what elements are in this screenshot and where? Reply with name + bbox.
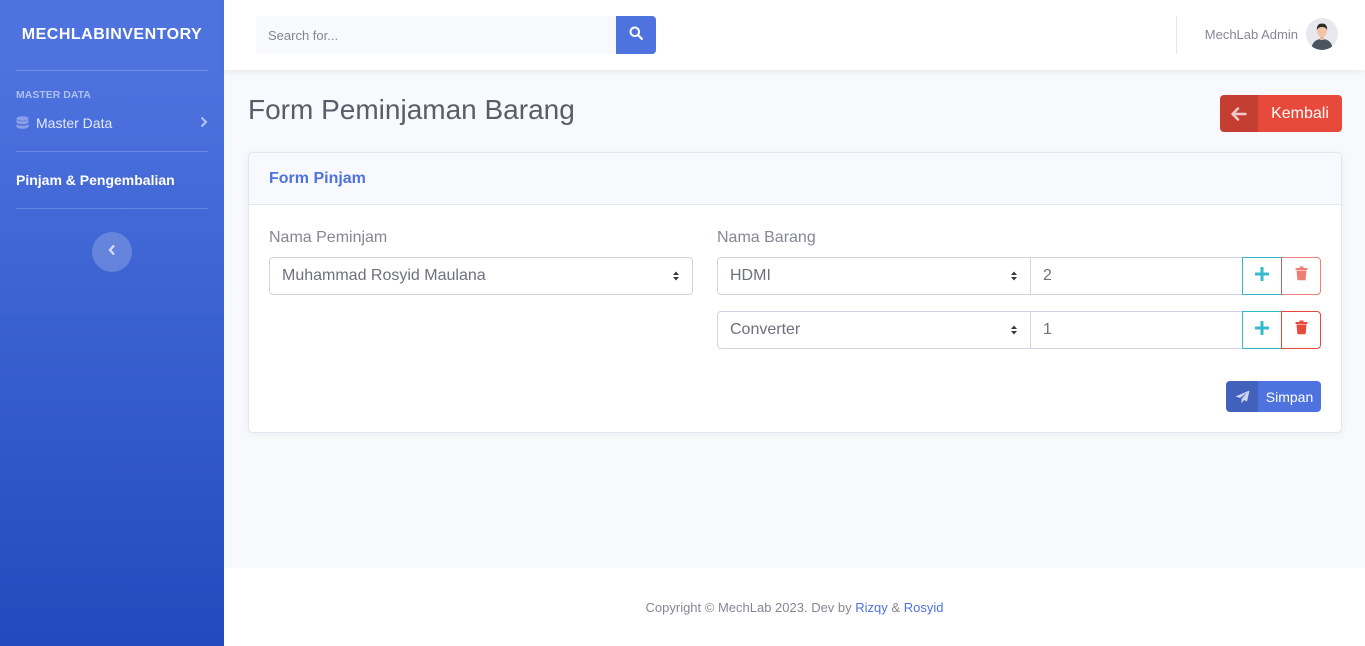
- user-name: MechLab Admin: [1204, 26, 1298, 42]
- sidebar: MECHLABINVENTORY MASTER DATA Master Data…: [0, 0, 224, 646]
- user-menu[interactable]: MechLab Admin: [1205, 18, 1338, 50]
- add-row-button[interactable]: [1242, 257, 1282, 295]
- sidebar-item-label: Pinjam & Pengembalian: [16, 172, 175, 188]
- avatar: [1306, 18, 1338, 50]
- arrow-left-icon: [1220, 95, 1258, 132]
- item-select[interactable]: Converter: [717, 311, 1031, 349]
- save-button-label: Simpan: [1265, 388, 1314, 405]
- footer-amp: &: [891, 599, 901, 615]
- item-label: Nama Barang: [717, 229, 816, 246]
- trash-icon: [1295, 266, 1308, 286]
- author-link-rosyid[interactable]: Rosyid: [904, 600, 944, 615]
- borrower-select-value: Muhammad Rosyid Maulana: [282, 267, 486, 284]
- sidebar-toggle-button[interactable]: [92, 232, 132, 272]
- delete-row-button[interactable]: [1281, 311, 1321, 349]
- sidebar-divider: [16, 208, 208, 209]
- plus-icon: [1254, 266, 1270, 286]
- sidebar-item-master-data[interactable]: Master Data: [0, 105, 224, 141]
- item-select-value: HDMI: [730, 267, 771, 284]
- select-arrow-icon: [1010, 324, 1018, 336]
- select-arrow-icon: [672, 270, 680, 282]
- add-row-button[interactable]: [1242, 311, 1282, 349]
- plus-icon: [1254, 320, 1270, 340]
- author-link-rizqy[interactable]: Rizqy: [855, 600, 888, 615]
- form-card: Form Pinjam Nama Peminjam Muhammad Rosyi…: [248, 152, 1342, 433]
- database-icon: [16, 116, 30, 130]
- back-button[interactable]: Kembali: [1220, 95, 1342, 132]
- delete-row-button[interactable]: [1281, 257, 1321, 295]
- search-bar: [256, 16, 656, 54]
- page-title: Form Peminjaman Barang: [248, 94, 575, 125]
- search-input[interactable]: [256, 16, 616, 54]
- quantity-input[interactable]: 2: [1031, 257, 1243, 295]
- quantity-input[interactable]: 1: [1031, 311, 1243, 349]
- back-button-label: Kembali: [1271, 104, 1329, 122]
- sidebar-item-pinjam-pengembalian[interactable]: Pinjam & Pengembalian: [0, 152, 224, 208]
- borrower-select[interactable]: Muhammad Rosyid Maulana: [269, 257, 693, 295]
- footer: Copyright © MechLab 2023. Dev by Rizqy &…: [224, 568, 1365, 646]
- trash-icon: [1295, 320, 1308, 340]
- paper-plane-icon: [1226, 381, 1258, 412]
- search-icon: [629, 26, 643, 45]
- chevron-right-icon: [200, 115, 208, 131]
- borrower-label: Nama Peminjam: [269, 229, 388, 246]
- topbar-divider: [1176, 16, 1177, 54]
- chevron-left-icon: [108, 243, 116, 261]
- quantity-value: 2: [1043, 267, 1052, 284]
- item-select-value: Converter: [730, 321, 801, 338]
- sidebar-item-label: Master Data: [36, 115, 113, 131]
- search-button[interactable]: [616, 16, 656, 54]
- brand-logo[interactable]: MECHLABINVENTORY: [0, 0, 224, 70]
- select-arrow-icon: [1010, 270, 1018, 282]
- sidebar-heading: MASTER DATA: [16, 89, 91, 101]
- card-title: Form Pinjam: [249, 153, 1341, 205]
- item-select[interactable]: HDMI: [717, 257, 1031, 295]
- topbar: MechLab Admin: [224, 0, 1365, 70]
- quantity-value: 1: [1043, 321, 1052, 338]
- save-button[interactable]: Simpan: [1226, 381, 1321, 412]
- copyright-text: Copyright © MechLab 2023. Dev by: [645, 599, 852, 615]
